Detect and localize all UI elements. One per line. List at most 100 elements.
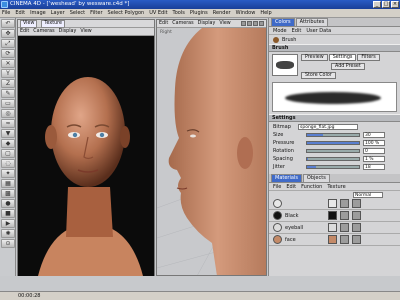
brush-preview-thumb[interactable] bbox=[272, 54, 298, 76]
color-picker-icon[interactable]: ◆ bbox=[1, 139, 15, 148]
setting-value[interactable]: 30 bbox=[363, 132, 385, 138]
sphere-icon[interactable]: ● bbox=[1, 199, 15, 208]
camera-icon[interactable]: ⊙ bbox=[1, 239, 15, 248]
fill-icon[interactable]: ▼ bbox=[1, 129, 15, 138]
scale-tool-icon[interactable]: ⤢ bbox=[1, 39, 15, 48]
menu-render[interactable]: Render bbox=[213, 10, 231, 16]
panel-menu-mode[interactable]: Mode bbox=[273, 28, 287, 34]
menu-edit[interactable]: Edit bbox=[15, 10, 25, 16]
tab-preview[interactable]: Preview bbox=[301, 54, 328, 61]
setting-value[interactable]: 1 % bbox=[363, 156, 385, 162]
material-row[interactable]: eyeball bbox=[269, 222, 400, 234]
minimize-button[interactable]: _ bbox=[373, 1, 381, 8]
mat-menu-function[interactable]: Function bbox=[301, 184, 322, 190]
clone-icon[interactable]: ◎ bbox=[1, 109, 15, 118]
texture-channel-icon[interactable] bbox=[352, 223, 361, 232]
light-icon[interactable]: ✺ bbox=[1, 229, 15, 238]
rotate-tool-icon[interactable]: ⟳ bbox=[1, 49, 15, 58]
tab-objects[interactable]: Objects bbox=[302, 174, 330, 182]
texture-channel-icon[interactable] bbox=[328, 199, 337, 208]
select-icon[interactable]: ▢ bbox=[1, 149, 15, 158]
mat-menu-edit[interactable]: Edit bbox=[286, 184, 296, 190]
x-axis-icon[interactable]: ✕ bbox=[1, 59, 15, 68]
close-button[interactable]: × bbox=[391, 1, 399, 8]
texture-channel-icon[interactable] bbox=[328, 223, 337, 232]
menu-select[interactable]: Select bbox=[70, 10, 85, 16]
menu-image[interactable]: Image bbox=[30, 10, 46, 16]
right-vp-menu-view[interactable]: View bbox=[219, 21, 230, 26]
lasso-icon[interactable]: ◌ bbox=[1, 159, 15, 168]
pan-icon[interactable] bbox=[241, 21, 246, 26]
menu-plugins[interactable]: Plugins bbox=[190, 10, 208, 16]
tab-attributes[interactable]: Attributes bbox=[295, 18, 329, 26]
magic-wand-icon[interactable]: ✦ bbox=[1, 169, 15, 178]
menu-tools[interactable]: Tools bbox=[173, 10, 185, 16]
setting-slider[interactable] bbox=[306, 149, 360, 153]
left-vp-menu-edit[interactable]: Edit bbox=[20, 29, 29, 34]
menu-help[interactable]: Help bbox=[260, 10, 271, 16]
tab-view[interactable]: View bbox=[20, 19, 38, 28]
texture-channel-icon[interactable] bbox=[328, 235, 337, 244]
tab-colors[interactable]: Colors bbox=[271, 18, 295, 26]
texture-channel-icon[interactable] bbox=[340, 211, 349, 220]
right-viewport[interactable]: Edit Cameras Display View Right bbox=[156, 19, 267, 276]
material-row[interactable] bbox=[269, 198, 400, 210]
setting-value[interactable]: 0 bbox=[363, 148, 385, 154]
left-vp-menu-view[interactable]: View bbox=[80, 29, 91, 34]
paint-brush-icon[interactable]: ✎ bbox=[1, 89, 15, 98]
menu-file[interactable]: File bbox=[2, 10, 10, 16]
tab-filters[interactable]: Filters bbox=[357, 54, 380, 61]
undo-tool-icon[interactable]: ↶ bbox=[1, 19, 15, 28]
tab-texture[interactable]: Texture bbox=[41, 19, 65, 28]
setting-slider[interactable] bbox=[306, 141, 360, 145]
smear-icon[interactable]: ≈ bbox=[1, 119, 15, 128]
setting-slider[interactable] bbox=[306, 157, 360, 161]
left-vp-menu-cameras[interactable]: Cameras bbox=[33, 29, 54, 34]
right-vp-menu-cameras[interactable]: Cameras bbox=[172, 21, 193, 26]
store-color-button[interactable]: Store Color bbox=[301, 72, 336, 79]
setting-value[interactable]: 18 bbox=[363, 164, 385, 170]
zoom-icon[interactable] bbox=[247, 21, 252, 26]
blend-mode-select[interactable]: Normal bbox=[353, 191, 383, 198]
panel-menu-edit[interactable]: Edit bbox=[292, 28, 302, 34]
texture-channel-icon[interactable] bbox=[352, 235, 361, 244]
panel-menu-user-data[interactable]: User Data bbox=[306, 28, 331, 34]
setting-slider[interactable] bbox=[306, 165, 360, 169]
add-preset-button[interactable]: Add Preset bbox=[331, 63, 365, 70]
texture-channel-icon[interactable] bbox=[328, 211, 337, 220]
texture-channel-icon[interactable] bbox=[352, 211, 361, 220]
bitmap-field[interactable]: sponge_flat.jpg bbox=[298, 123, 358, 130]
cube-icon[interactable]: ■ bbox=[1, 209, 15, 218]
menu-select-polygon[interactable]: Select Polygon bbox=[108, 10, 145, 16]
tab-brush-settings[interactable]: Settings bbox=[328, 54, 357, 61]
menu-uv-edit[interactable]: UV Edit bbox=[149, 10, 167, 16]
menu-layer[interactable]: Layer bbox=[51, 10, 65, 16]
render-icon[interactable]: ▶ bbox=[1, 219, 15, 228]
texture-icon[interactable]: ▩ bbox=[1, 189, 15, 198]
orbit-icon[interactable] bbox=[253, 21, 258, 26]
texture-channel-icon[interactable] bbox=[340, 223, 349, 232]
texture-channel-icon[interactable] bbox=[340, 235, 349, 244]
mat-menu-file[interactable]: File bbox=[273, 184, 281, 190]
menu-window[interactable]: Window bbox=[236, 10, 256, 16]
texture-channel-icon[interactable] bbox=[352, 199, 361, 208]
z-axis-icon[interactable]: Z bbox=[1, 79, 15, 88]
left-vp-menu-display[interactable]: Display bbox=[59, 29, 77, 34]
y-axis-icon[interactable]: Y bbox=[1, 69, 15, 78]
checker-icon[interactable]: ▦ bbox=[1, 179, 15, 188]
setting-slider[interactable] bbox=[306, 133, 360, 137]
move-tool-icon[interactable]: ✥ bbox=[1, 29, 15, 38]
material-row[interactable]: face bbox=[269, 234, 400, 246]
maximize-view-icon[interactable] bbox=[259, 21, 264, 26]
right-vp-menu-edit[interactable]: Edit bbox=[159, 21, 168, 26]
left-viewport[interactable]: View Texture Edit Cameras Display View bbox=[17, 19, 155, 276]
eraser-icon[interactable]: ▭ bbox=[1, 99, 15, 108]
setting-value[interactable]: 100 % bbox=[363, 140, 385, 146]
material-row[interactable]: Black bbox=[269, 210, 400, 222]
mat-menu-texture[interactable]: Texture bbox=[327, 184, 345, 190]
tab-materials[interactable]: Materials bbox=[271, 174, 302, 182]
texture-channel-icon[interactable] bbox=[340, 199, 349, 208]
maximize-button[interactable]: □ bbox=[382, 1, 390, 8]
right-vp-menu-display[interactable]: Display bbox=[198, 21, 216, 26]
menu-filter[interactable]: Filter bbox=[90, 10, 102, 16]
